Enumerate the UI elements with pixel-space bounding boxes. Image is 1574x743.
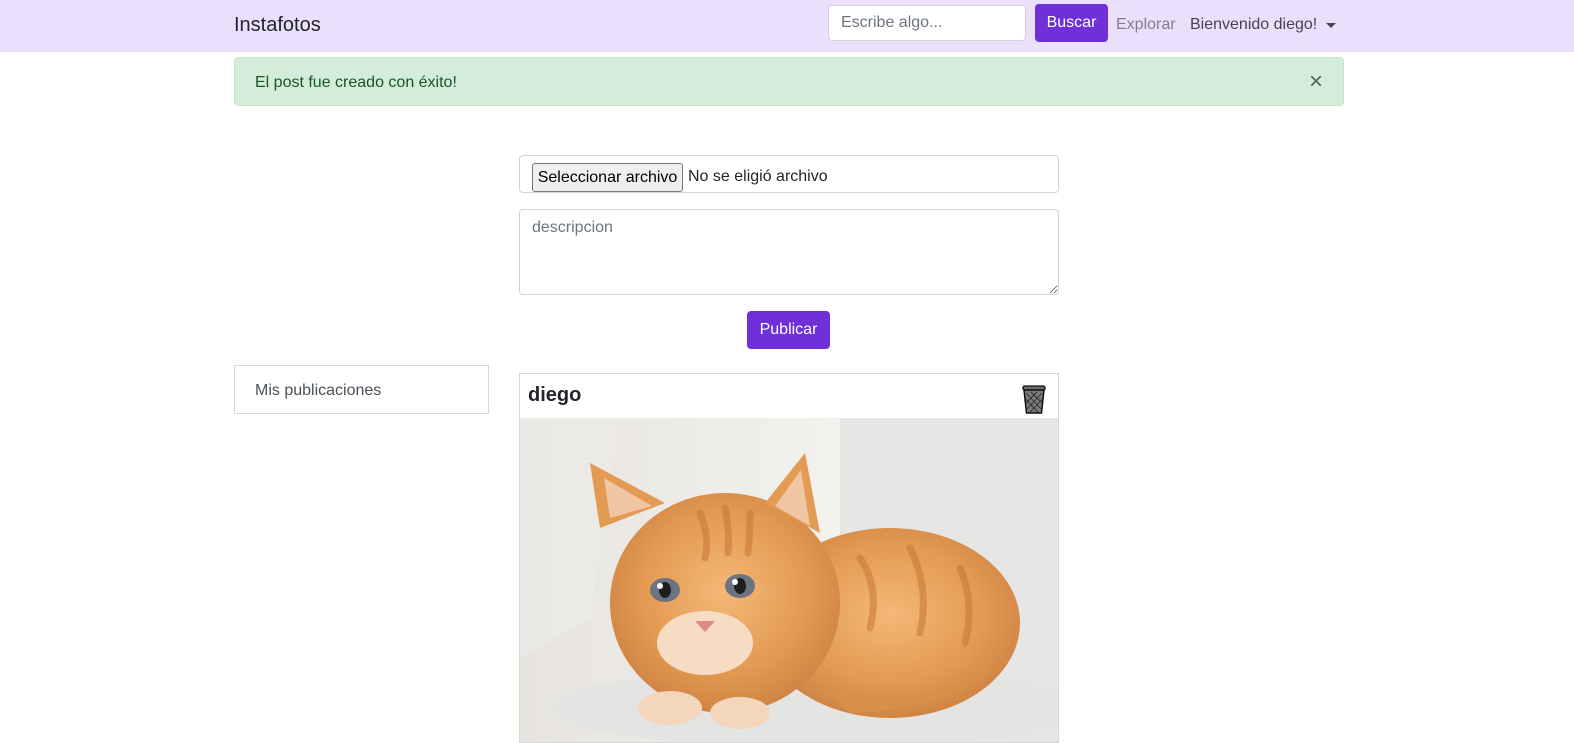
- user-menu-toggle[interactable]: Bienvenido diego!: [1190, 16, 1317, 34]
- top-navbar: Instafotos Buscar Explorar Bienvenido di…: [0, 0, 1574, 52]
- post-username: diego: [528, 384, 582, 406]
- close-icon[interactable]: ×: [1309, 70, 1323, 94]
- publish-button[interactable]: Publicar: [747, 311, 830, 349]
- alert-message: El post fue creado con éxito!: [255, 74, 457, 91]
- sidebar-item-my-posts[interactable]: Mis publicaciones: [234, 365, 489, 414]
- post-card: diego: [519, 373, 1059, 743]
- caret-down-icon[interactable]: [1326, 23, 1336, 28]
- sidebar-item-label: Mis publicaciones: [255, 382, 382, 399]
- brand-link[interactable]: Instafotos: [234, 14, 321, 37]
- file-status-text: No se eligió archivo: [688, 168, 828, 185]
- explore-link[interactable]: Explorar: [1116, 16, 1176, 34]
- file-input[interactable]: Seleccionar archivo No se eligió archivo: [519, 155, 1059, 193]
- success-alert: El post fue creado con éxito! ×: [234, 57, 1344, 106]
- trash-icon[interactable]: [1019, 383, 1049, 415]
- search-button[interactable]: Buscar: [1035, 4, 1108, 42]
- search-input[interactable]: [828, 5, 1026, 41]
- choose-file-button[interactable]: Seleccionar archivo: [532, 163, 683, 192]
- kitten-photo: [520, 418, 1058, 742]
- description-textarea[interactable]: [519, 209, 1059, 295]
